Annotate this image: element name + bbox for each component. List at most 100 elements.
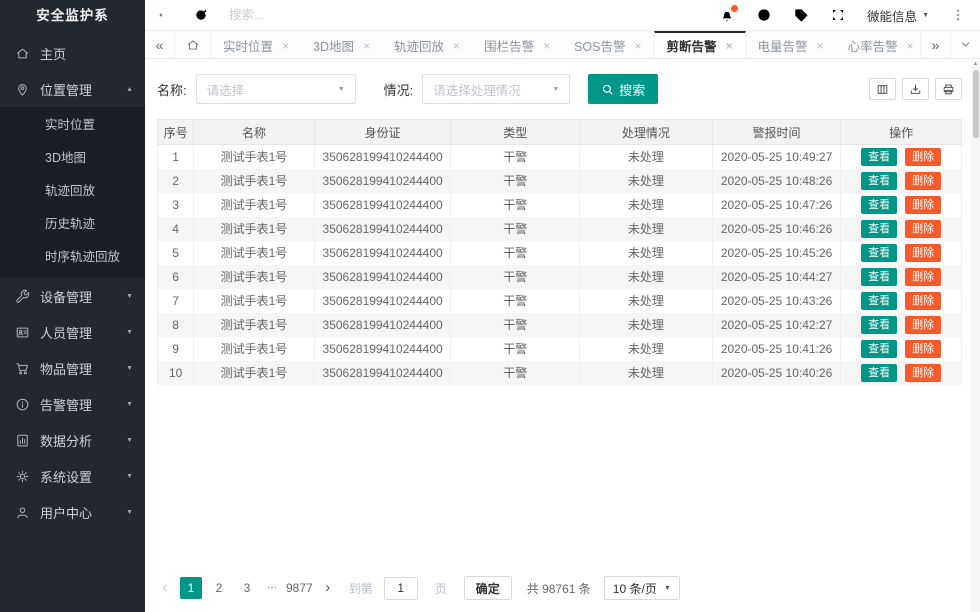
tabs-dropdown-icon[interactable] xyxy=(950,31,980,58)
view-button[interactable]: 查看 xyxy=(861,220,897,238)
cell-type: 干警 xyxy=(451,313,580,337)
sidebar-subitem[interactable]: 轨迹回放 xyxy=(0,175,145,208)
delete-button[interactable]: 删除 xyxy=(905,196,941,214)
prev-page-icon[interactable]: ‹ xyxy=(157,578,173,598)
tab-6[interactable]: 电量告警× xyxy=(746,31,836,58)
delete-button[interactable]: 删除 xyxy=(905,268,941,286)
view-button[interactable]: 查看 xyxy=(861,172,897,190)
close-icon[interactable]: × xyxy=(817,39,824,53)
page-button-2[interactable]: 2 xyxy=(208,577,230,599)
goto-page-input[interactable] xyxy=(384,577,418,600)
view-button[interactable]: 查看 xyxy=(861,316,897,334)
notifications-bell-icon[interactable] xyxy=(719,7,735,23)
status-filter-select[interactable]: 请选择处理情况 ▼ xyxy=(422,74,570,104)
alerts-table: 序号名称身份证类型处理情况警报时间操作 1测试手表1号3506281994102… xyxy=(157,119,962,385)
tab-1[interactable]: 3D地图× xyxy=(301,31,382,58)
delete-button[interactable]: 删除 xyxy=(905,316,941,334)
tabs-scroll-left-icon[interactable]: « xyxy=(145,31,175,58)
gauge-icon[interactable] xyxy=(756,7,772,23)
sidebar-item-cart[interactable]: 物品管理▼ xyxy=(0,350,145,386)
delete-button[interactable]: 删除 xyxy=(905,244,941,262)
sidebar-item-label: 主页 xyxy=(40,44,133,63)
chevron-down-icon: ▼ xyxy=(126,293,133,300)
close-icon[interactable]: × xyxy=(543,39,550,53)
tab-5[interactable]: 剪断告警× xyxy=(654,31,746,58)
columns-icon xyxy=(876,83,889,96)
delete-button[interactable]: 删除 xyxy=(905,340,941,358)
view-button[interactable]: 查看 xyxy=(861,148,897,166)
search-button[interactable]: 搜索 xyxy=(588,74,658,104)
view-button[interactable]: 查看 xyxy=(861,244,897,262)
cell-actions: 查看删除 xyxy=(841,169,962,193)
tag-icon[interactable] xyxy=(793,7,809,23)
sidebar-item-label: 系统设置 xyxy=(40,467,126,486)
sidebar-item-gear[interactable]: 系统设置▼ xyxy=(0,458,145,494)
content: 名称: 请选择 ▼ 情况: 请选择处理情况 ▼ 搜索 xyxy=(145,59,980,612)
tabs-scroll-right-icon[interactable]: » xyxy=(920,31,950,58)
delete-button[interactable]: 删除 xyxy=(905,172,941,190)
sidebar-subitem[interactable]: 3D地图 xyxy=(0,142,145,175)
more-options-icon[interactable] xyxy=(950,7,966,23)
tab-3[interactable]: 围栏告警 × xyxy=(472,31,562,58)
page-button-1[interactable]: 1 xyxy=(180,577,202,599)
close-icon[interactable]: × xyxy=(635,39,642,53)
sidebar-subitem[interactable]: 时序轨迹回放 xyxy=(0,241,145,274)
sidebar-item-chart-board[interactable]: 数据分析▼ xyxy=(0,422,145,458)
page-size-select[interactable]: 10 条/页 ▼ xyxy=(604,576,680,600)
tab-4[interactable]: SOS告警× xyxy=(562,31,653,58)
sidebar-item-alert-circle[interactable]: 告警管理▼ xyxy=(0,386,145,422)
export-button[interactable] xyxy=(902,78,929,100)
close-icon[interactable]: × xyxy=(453,39,460,53)
cell-status: 未处理 xyxy=(580,313,713,337)
sidebar-item-id-card[interactable]: 人员管理▼ xyxy=(0,314,145,350)
delete-button[interactable]: 删除 xyxy=(905,364,941,382)
view-button[interactable]: 查看 xyxy=(861,196,897,214)
sidebar-item-home[interactable]: 主页 xyxy=(0,35,145,71)
total-count-label: 共 98761 条 xyxy=(527,580,591,597)
columns-toggle-button[interactable] xyxy=(869,78,896,100)
column-header: 身份证 xyxy=(314,120,451,145)
tab-label: 围栏告警 xyxy=(484,36,534,55)
cell-name: 测试手表1号 xyxy=(194,265,315,289)
close-icon[interactable]: × xyxy=(726,39,733,53)
view-button[interactable]: 查看 xyxy=(861,340,897,358)
user-menu[interactable]: 微能信息 ▼ xyxy=(867,6,929,25)
tab-2[interactable]: 轨迹回放× xyxy=(382,31,472,58)
name-filter-select[interactable]: 请选择 ▼ xyxy=(196,74,356,104)
refresh-icon[interactable] xyxy=(193,7,209,23)
close-icon[interactable]: × xyxy=(363,39,370,53)
delete-button[interactable]: 删除 xyxy=(905,148,941,166)
view-button[interactable]: 查看 xyxy=(861,292,897,310)
scrollbar[interactable]: ▲ xyxy=(971,60,980,612)
page-unit-label: 页 xyxy=(435,580,447,597)
tab-7[interactable]: 心率告警× xyxy=(836,31,920,58)
page-button-9877[interactable]: 9877 xyxy=(286,577,313,599)
sidebar-item-wrench[interactable]: 设备管理▼ xyxy=(0,278,145,314)
sidebar-subitem[interactable]: 实时位置 xyxy=(0,109,145,142)
close-icon[interactable]: × xyxy=(907,39,914,53)
view-button[interactable]: 查看 xyxy=(861,268,897,286)
collapse-sidebar-icon[interactable] xyxy=(157,7,173,23)
scrollbar-thumb[interactable] xyxy=(973,70,979,138)
sidebar-menu: 主页位置管理▲实时位置3D地图轨迹回放历史轨迹时序轨迹回放设备管理▼人员管理▼物… xyxy=(0,31,145,612)
delete-button[interactable]: 删除 xyxy=(905,220,941,238)
sidebar-subitem[interactable]: 历史轨迹 xyxy=(0,208,145,241)
confirm-button[interactable]: 确定 xyxy=(464,576,512,600)
print-button[interactable] xyxy=(935,78,962,100)
tab-0[interactable]: 实时位置× xyxy=(211,31,301,58)
page-button-3[interactable]: 3 xyxy=(236,577,258,599)
tab-home[interactable] xyxy=(175,31,211,58)
next-page-icon[interactable]: › xyxy=(320,578,336,598)
cell-no: 2 xyxy=(158,169,194,193)
fullscreen-icon[interactable] xyxy=(830,7,846,23)
delete-button[interactable]: 删除 xyxy=(905,292,941,310)
cell-no: 5 xyxy=(158,241,194,265)
close-icon[interactable]: × xyxy=(282,39,289,53)
view-button[interactable]: 查看 xyxy=(861,364,897,382)
cell-status: 未处理 xyxy=(580,145,713,169)
topbar-search-input[interactable] xyxy=(229,8,419,22)
scrollbar-up-icon[interactable]: ▲ xyxy=(971,61,980,67)
sidebar-item-user[interactable]: 用户中心▼ xyxy=(0,494,145,530)
sidebar-item-location-pin[interactable]: 位置管理▲ xyxy=(0,71,145,107)
cell-status: 未处理 xyxy=(580,241,713,265)
